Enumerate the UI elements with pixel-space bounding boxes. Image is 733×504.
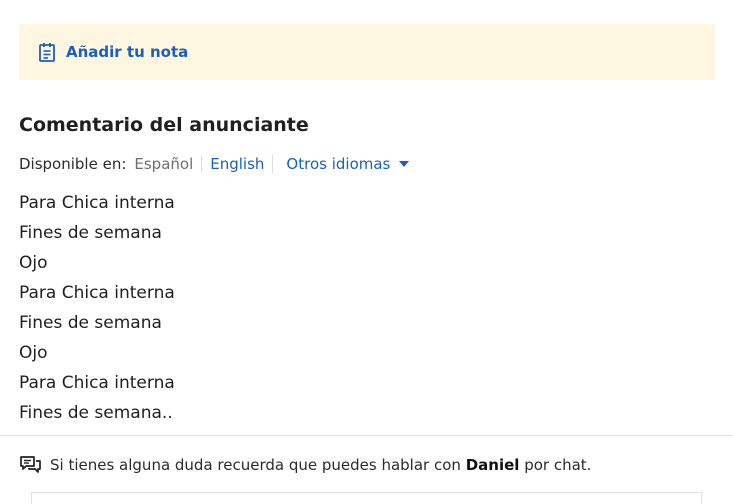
current-language: Español xyxy=(134,155,203,173)
section-divider xyxy=(0,435,733,436)
add-note-label[interactable]: Añadir tu nota xyxy=(66,43,188,61)
language-selector: Disponible en: Español English Otros idi… xyxy=(19,152,410,176)
comment-line: Ojo xyxy=(19,253,48,273)
available-in-label: Disponible en: xyxy=(19,155,127,173)
next-card-edge xyxy=(31,492,702,504)
comment-line: Para Chica interna xyxy=(19,283,175,303)
advertiser-comment-text: Para Chica interna Fines de semana Ojo P… xyxy=(19,188,175,428)
comment-line: Fines de semana xyxy=(19,313,162,333)
advertiser-name: Daniel xyxy=(465,456,520,474)
comment-line: Fines de semana xyxy=(19,223,162,243)
comment-line: Para Chica interna xyxy=(19,373,175,393)
comment-line: Ojo xyxy=(19,343,48,363)
chat-bubbles-icon xyxy=(20,456,41,474)
caret-down-icon xyxy=(399,161,410,167)
comment-line: Para Chica interna xyxy=(19,193,175,213)
notepad-icon xyxy=(38,42,56,62)
add-note-button[interactable]: Añadir tu nota xyxy=(19,24,715,80)
other-languages-dropdown[interactable]: Otros idiomas xyxy=(273,155,410,173)
chat-hint-suffix: por chat. xyxy=(524,456,592,474)
chat-hint: Si tienes alguna duda recuerda que puede… xyxy=(20,454,591,476)
language-link-english[interactable]: English xyxy=(202,155,274,173)
advertiser-comment-title: Comentario del anunciante xyxy=(19,114,309,136)
comment-line: Fines de semana.. xyxy=(19,403,173,423)
other-languages-label[interactable]: Otros idiomas xyxy=(286,155,390,173)
chat-hint-text: Si tienes alguna duda recuerda que puede… xyxy=(50,456,461,474)
